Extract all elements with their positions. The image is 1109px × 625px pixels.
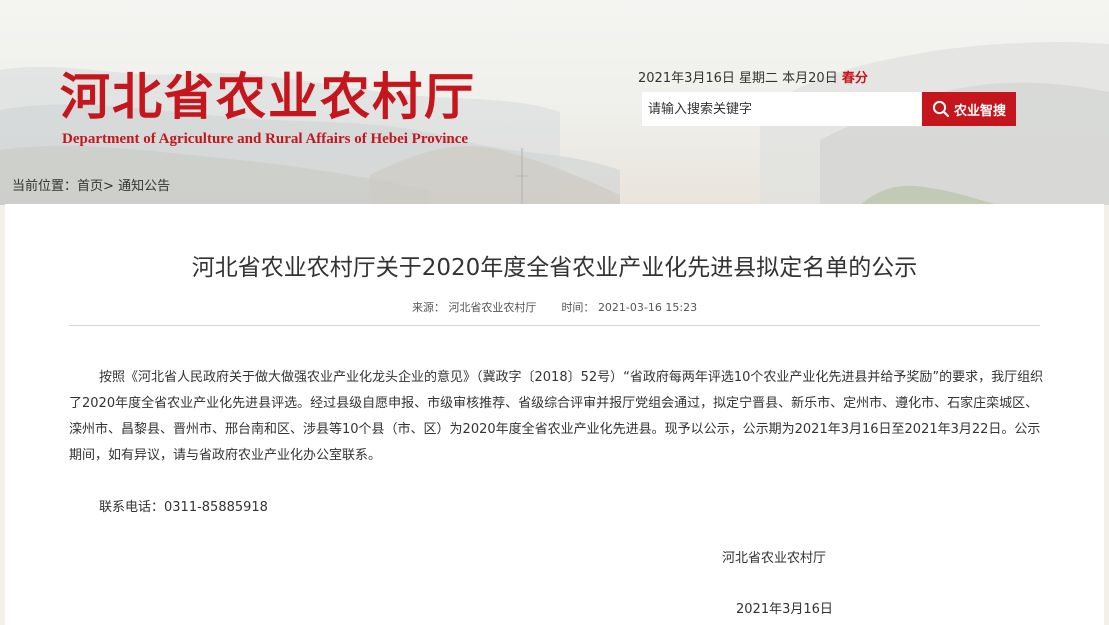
source-label: 来源：: [411, 301, 445, 314]
title-divider: [69, 325, 1040, 326]
site-logo-chinese[interactable]: 河北省农业农村厅: [60, 64, 476, 130]
breadcrumb-prefix: 当前位置：: [12, 179, 78, 194]
signature-organization: 河北省农业农村厅: [722, 551, 827, 566]
solar-term: 春分: [841, 71, 868, 86]
site-logo-english: Department of Agriculture and Rural Affa…: [62, 131, 469, 147]
search-icon: [932, 100, 950, 118]
contact-phone: 联系电话：0311-85885918: [99, 500, 268, 515]
article-meta: 来源： 河北省农业农村厅 时间： 2021-03-16 15:23: [5, 299, 1104, 315]
search-input[interactable]: [642, 92, 922, 126]
article-title: 河北省农业农村厅关于2020年度全省农业产业化先进县拟定名单的公示: [191, 255, 918, 281]
breadcrumb-current-link[interactable]: 通知公告: [118, 179, 170, 194]
breadcrumb-separator: >: [103, 179, 114, 194]
time-value: 2021-03-16 15:23: [597, 301, 698, 314]
signature-date: 2021年3月16日: [736, 602, 833, 617]
date-display: 2021年3月16日 星期二 本月20日 春分: [638, 67, 868, 86]
search-button[interactable]: 农业智搜: [922, 92, 1016, 126]
article-container: 河北省农业农村厅关于2020年度全省农业产业化先进县拟定名单的公示 来源： 河北…: [5, 204, 1104, 625]
breadcrumb: 当前位置：首页> 通知公告: [12, 175, 170, 194]
source-value: 河北省农业农村厅: [448, 301, 537, 314]
time-label: 时间：: [561, 301, 595, 314]
search-button-label: 农业智搜: [953, 103, 1006, 119]
breadcrumb-home-link[interactable]: 首页: [77, 179, 103, 194]
current-date: 2021年3月16日 星期二 本月20日: [638, 71, 838, 86]
site-header: 河北省农业农村厅 Department of Agriculture and R…: [0, 0, 1109, 205]
article-body: 按照《河北省人民政府关于做大做强农业产业化龙头企业的意见》（冀政字〔2018〕5…: [69, 370, 1044, 463]
